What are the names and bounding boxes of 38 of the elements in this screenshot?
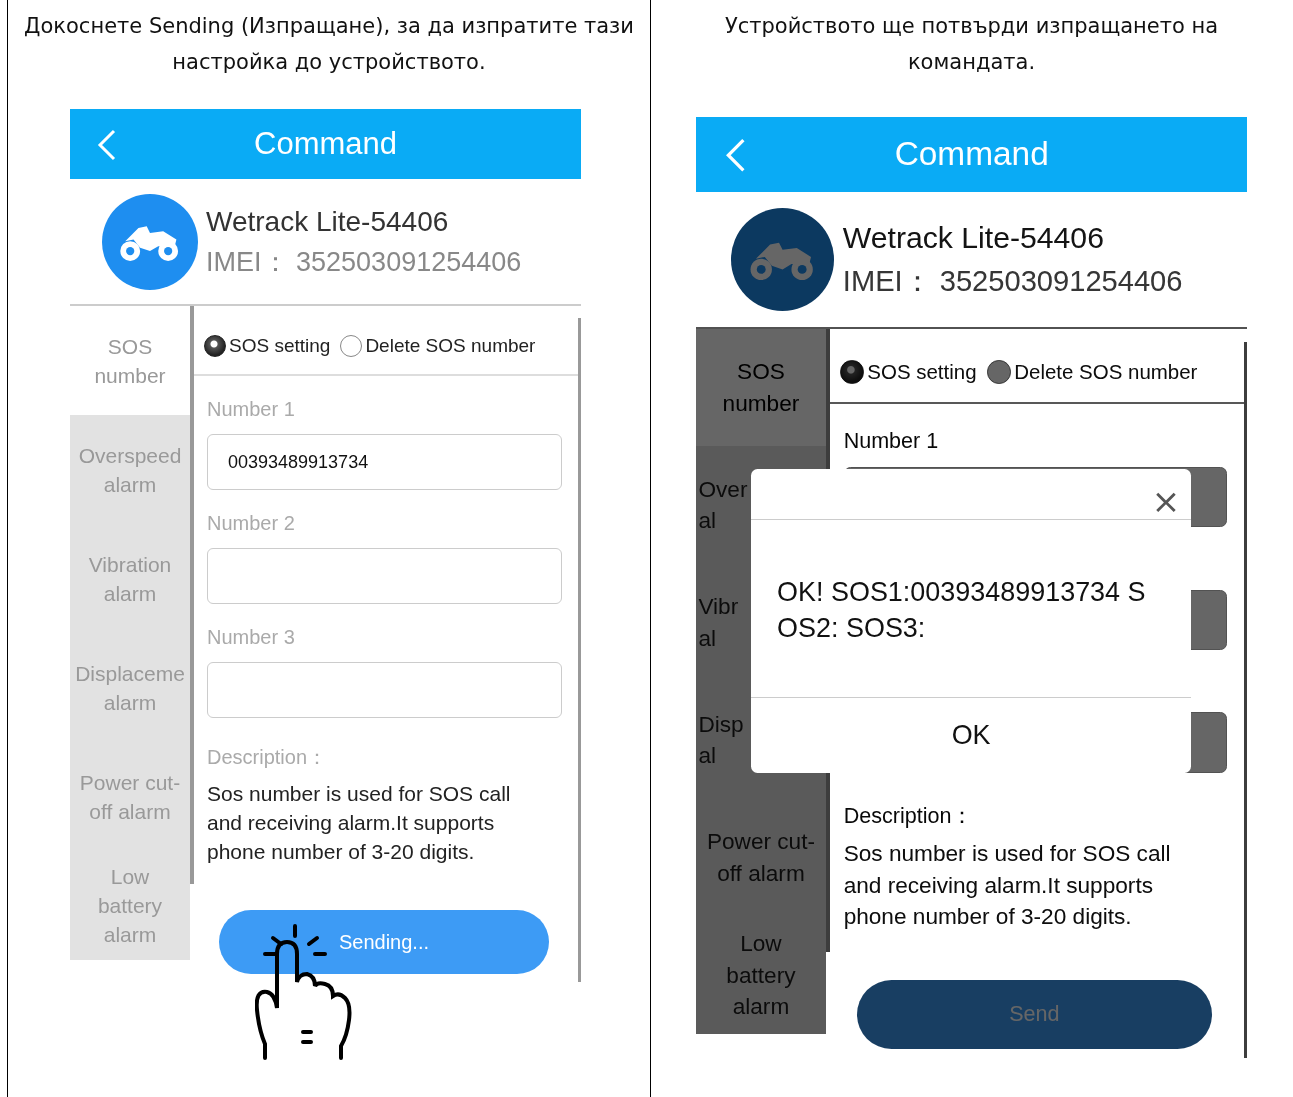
sidebar-item[interactable]: Low battery alarm: [696, 916, 826, 1034]
screen-title: Command: [893, 135, 1050, 174]
device-imei: IMEI： 352503091254406: [206, 245, 522, 279]
step-caption: Докоснете Sending (Изпращане), за да изпратите тази настройка до устройството.: [23, 13, 635, 76]
sidebar-item[interactable]: Low battery alarm: [70, 851, 190, 960]
number-field[interactable]: [207, 548, 562, 604]
sidebar-item[interactable]: Overspeed alarm: [70, 415, 190, 524]
device-name: Wetrack Lite-54406: [842, 220, 1105, 257]
field-label: Number 1: [843, 427, 940, 455]
device-name: Wetrack Lite-54406: [206, 204, 450, 239]
sidebar-item[interactable]: Vibration alarm: [70, 524, 190, 633]
number-field[interactable]: 00393489913734: [207, 434, 562, 490]
field-label: Number 2: [207, 512, 296, 536]
number-field[interactable]: [207, 662, 562, 718]
radio-option[interactable]: SOS setting: [204, 335, 331, 357]
sidebar-item[interactable]: Displaceme alarm: [70, 633, 190, 742]
close-button[interactable]: ×: [1151, 484, 1181, 519]
step-caption: Устройството ще потвърди изпращането на командата.: [723, 13, 1220, 76]
radio-option[interactable]: SOS setting: [840, 360, 977, 385]
sidebar-item[interactable]: Power cut- off alarm: [70, 742, 190, 851]
dialog-message: OK! SOS1:00393489913734 S OS2: SOS3:: [751, 519, 1192, 698]
description-label: Description：: [843, 801, 975, 830]
sidebar-item[interactable]: Power cut- off alarm: [696, 799, 826, 917]
description-text: Sos number is used for SOS call and receiving alarm.It supports phone number of 3-20 digits.: [843, 840, 1172, 931]
description-label: Description：: [207, 745, 329, 770]
field-label: Number 1: [207, 398, 296, 422]
radio-option[interactable]: Delete SOS number: [340, 335, 536, 357]
ok-button[interactable]: OK: [751, 697, 1192, 774]
screen-title: Command: [253, 126, 398, 162]
radio-option[interactable]: Delete SOS number: [987, 360, 1198, 385]
field-label: Number 3: [207, 626, 296, 650]
sidebar-item[interactable]: SOS number: [696, 329, 826, 447]
description-text: Sos number is used for SOS call and receiving alarm.It supports phone number of 3-20 digits.: [207, 781, 512, 865]
send-button[interactable]: Sending...: [219, 910, 549, 974]
device-imei: IMEI： 352503091254406: [842, 263, 1183, 299]
back-icon[interactable]: [724, 138, 746, 173]
send-button[interactable]: Send: [856, 979, 1213, 1049]
back-icon[interactable]: [96, 129, 116, 161]
